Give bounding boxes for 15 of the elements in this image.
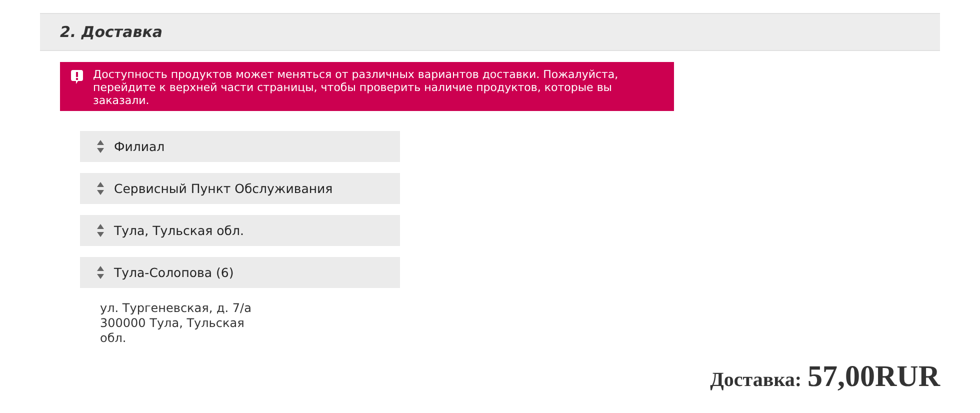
accordion-header[interactable]: Сервисный Пункт Обслуживания bbox=[80, 173, 400, 204]
sort-icon bbox=[97, 140, 104, 153]
alert-message: Доступность продуктов может меняться от различных вариантов доставки. Пожалуйста, перейдите к верхней части страницы, чтобы проверить наличие продуктов, которые вы заказали. bbox=[93, 68, 620, 107]
alert-icon bbox=[71, 70, 83, 85]
sort-icon bbox=[97, 182, 104, 195]
address-line: 300000 Тула, Тульская обл. bbox=[100, 316, 246, 346]
sort-icon bbox=[97, 224, 104, 237]
total-label: Доставка: bbox=[710, 369, 802, 392]
accordion-header[interactable]: Тула, Тульская обл. bbox=[80, 215, 400, 246]
accordion-header[interactable]: Филиал bbox=[80, 131, 400, 162]
total-value: 57,00RUR bbox=[808, 360, 940, 394]
address-line: ул. Тургеневская, д. 7/а bbox=[100, 301, 252, 316]
accordion-header[interactable]: Тула-Солопова (6) bbox=[80, 257, 400, 288]
section-title: 2. Доставка bbox=[60, 23, 163, 41]
sort-icon bbox=[97, 266, 104, 279]
